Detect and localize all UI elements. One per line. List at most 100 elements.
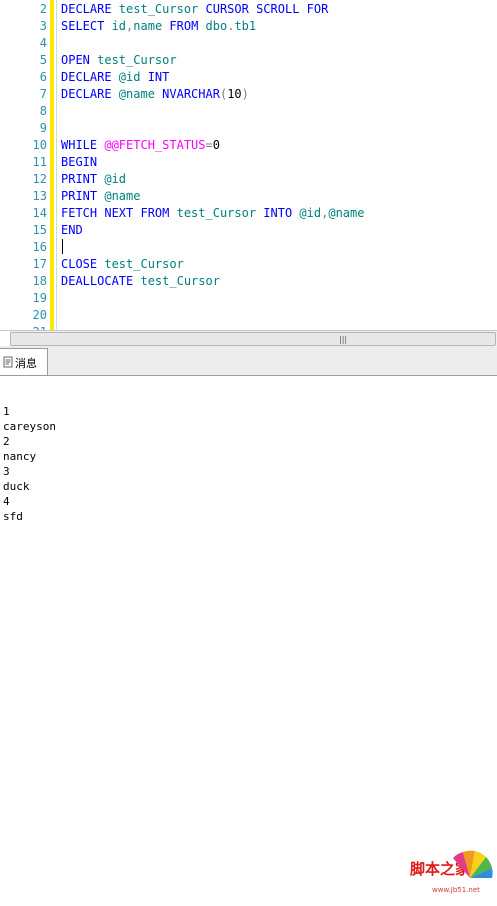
code-line[interactable]: 20 (0, 307, 497, 324)
messages-icon (3, 356, 13, 368)
line-number: 16 (32, 240, 47, 254)
code-line[interactable]: 6 DECLARE @id INT (0, 69, 497, 86)
code-token: @id (104, 172, 127, 186)
message-line: nancy (3, 450, 37, 463)
code-token: SELECT (61, 19, 112, 33)
code-token: @id (299, 206, 322, 220)
code-text: DECLARE @id INT (61, 69, 169, 86)
code-text: SELECT id,name FROM dbo.tb1 (61, 18, 256, 35)
watermark-fan-icon (453, 850, 493, 878)
tab-messages[interactable]: 消息 (0, 348, 48, 375)
results-tab-strip: 消息 (0, 346, 497, 376)
code-line[interactable]: 11 BEGIN (0, 154, 497, 171)
code-token: 10 (227, 87, 242, 101)
code-token: test_Cursor (176, 206, 264, 220)
code-text: BEGIN (61, 154, 97, 171)
messages-pane[interactable]: 1 careyson 2 nancy 3 duck 4 sfd 脚本之家 www.Jb51.n… (0, 376, 497, 894)
code-text: PRINT @id (61, 171, 126, 188)
code-line[interactable]: 3 SELECT id,name FROM dbo.tb1 (0, 18, 497, 35)
message-line: 4 (3, 495, 10, 508)
line-number: 18 (32, 274, 47, 288)
code-text: PRINT @name (61, 188, 140, 205)
line-number: 5 (39, 53, 47, 67)
code-token: @name (328, 206, 365, 220)
query-editor[interactable]: 2 DECLARE test_Cursor CURSOR SCROLL FOR 3 S… (0, 0, 497, 331)
code-token: BEGIN (61, 155, 98, 169)
code-token: test_Cursor (118, 2, 206, 16)
code-token: CURSOR SCROLL FOR (205, 2, 329, 16)
code-token: @name (104, 189, 141, 203)
message-line: 3 (3, 465, 10, 478)
code-line[interactable]: 17 CLOSE test_Cursor (0, 256, 497, 273)
line-number: 2 (39, 2, 47, 16)
code-text: DECLARE @name NVARCHAR(10) (61, 86, 249, 103)
code-token: dbo (205, 19, 228, 33)
line-number: 13 (32, 189, 47, 203)
code-token: tb1 (234, 19, 257, 33)
code-token: @@FETCH_STATUS (104, 138, 206, 152)
scrollbar-thumb[interactable]: ||| (10, 332, 496, 346)
code-token: PRINT (61, 189, 105, 203)
line-number: 12 (32, 172, 47, 186)
code-token: @name (118, 87, 163, 101)
message-line: sfd (3, 510, 23, 523)
code-line[interactable]: 16 (0, 239, 497, 256)
code-token: INT (147, 70, 170, 84)
code-token: FROM (169, 19, 206, 33)
code-line[interactable]: 8 (0, 103, 497, 120)
scrollbar-grip-icon: ||| (339, 335, 348, 344)
code-token: PRINT (61, 172, 105, 186)
line-number: 4 (39, 36, 47, 50)
code-line[interactable]: 4 (0, 35, 497, 52)
code-line[interactable]: 7 DECLARE @name NVARCHAR(10) (0, 86, 497, 103)
line-number: 14 (32, 206, 47, 220)
code-line[interactable]: 15 END (0, 222, 497, 239)
code-line[interactable]: 2 DECLARE test_Cursor CURSOR SCROLL FOR (0, 1, 497, 18)
line-number: 6 (39, 70, 47, 84)
code-text: WHILE @@FETCH_STATUS=0 (61, 137, 220, 154)
line-number: 3 (39, 19, 47, 33)
watermark-logo: 脚本之家 www.Jb51.net (405, 848, 497, 906)
code-token: DECLARE (61, 2, 119, 16)
code-line[interactable]: 9 (0, 120, 497, 137)
line-number: 17 (32, 257, 47, 271)
line-number: 7 (39, 87, 47, 101)
code-line[interactable]: 13 PRINT @name (0, 188, 497, 205)
line-number: 10 (32, 138, 47, 152)
code-text: DECLARE test_Cursor CURSOR SCROLL FOR (61, 1, 328, 18)
code-line[interactable]: 12 PRINT @id (0, 171, 497, 188)
code-token: NVARCHAR (162, 87, 220, 101)
code-token: 0 (212, 138, 220, 152)
code-line[interactable]: 5 OPEN test_Cursor (0, 52, 497, 69)
code-line[interactable]: 19 (0, 290, 497, 307)
code-line[interactable]: 18 DEALLOCATE test_Cursor (0, 273, 497, 290)
code-token: OPEN (61, 53, 98, 67)
text-cursor (62, 239, 63, 254)
code-token: DEALLOCATE (61, 274, 141, 288)
line-number: 8 (39, 104, 47, 118)
line-number: 15 (32, 223, 47, 237)
line-number: 9 (39, 121, 47, 135)
line-number: 20 (32, 308, 47, 322)
code-token: = (205, 138, 213, 152)
code-text: CLOSE test_Cursor (61, 256, 184, 273)
code-line[interactable]: 10 WHILE @@FETCH_STATUS=0 (0, 137, 497, 154)
message-line: 2 (3, 435, 10, 448)
code-text: DEALLOCATE test_Cursor (61, 273, 220, 290)
line-number: 11 (32, 155, 47, 169)
code-line[interactable]: 14 FETCH NEXT FROM test_Cursor INTO @id,@… (0, 205, 497, 222)
code-text: OPEN test_Cursor (61, 52, 177, 69)
code-token: test_Cursor (140, 274, 220, 288)
code-token: WHILE (61, 138, 105, 152)
code-token: test_Cursor (97, 53, 177, 67)
code-token: ) (241, 87, 249, 101)
code-token: DECLARE (61, 87, 119, 101)
message-line: 1 (3, 405, 10, 418)
tab-messages-label: 消息 (15, 357, 37, 370)
message-line: duck (3, 480, 30, 493)
watermark-url: www.Jb51.net (432, 886, 480, 894)
message-line: careyson (3, 420, 56, 433)
code-token: INTO (263, 206, 300, 220)
code-token: test_Cursor (104, 257, 184, 271)
code-token: END (61, 223, 83, 237)
